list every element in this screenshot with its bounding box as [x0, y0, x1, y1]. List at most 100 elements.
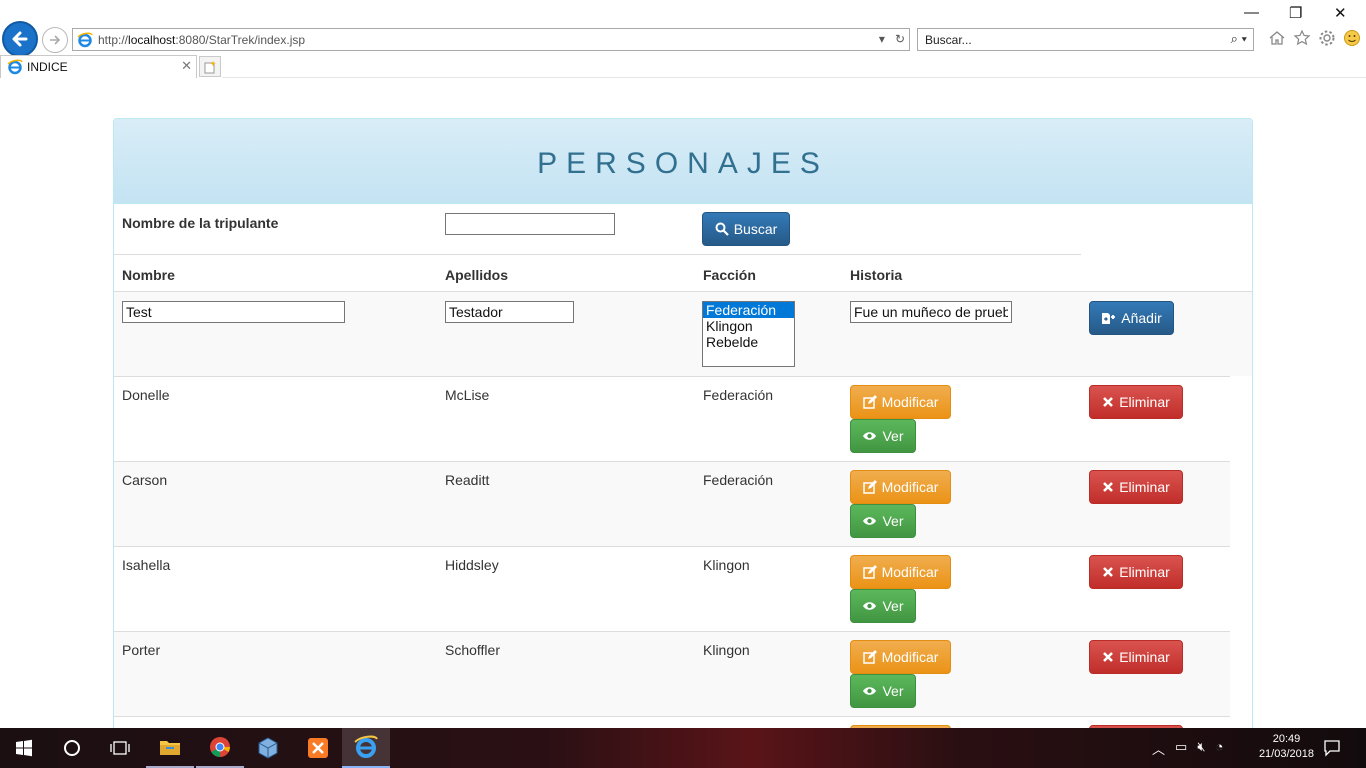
gear-icon[interactable] [1318, 29, 1336, 47]
arrow-left-icon [12, 31, 28, 47]
delete-button[interactable]: Eliminar [1089, 470, 1183, 504]
view-button-label: Ver [882, 598, 904, 614]
notification-icon [1324, 740, 1340, 757]
faccion-option-rebelde[interactable]: Rebelde [703, 334, 794, 350]
forward-button[interactable] [42, 27, 68, 53]
volume-muted-icon[interactable]: 🔇︎ [1197, 739, 1205, 758]
table-row: Carson Readitt Federación Modificar Ver El… [114, 461, 1230, 546]
modify-button[interactable]: Modificar [850, 555, 951, 589]
search-icon [715, 222, 729, 236]
cell-apellidos: Hiddsley [445, 557, 499, 573]
start-button[interactable] [0, 728, 48, 768]
delete-button[interactable]: Eliminar [1089, 555, 1183, 589]
ie-icon [354, 735, 378, 758]
search-name-input[interactable] [445, 213, 615, 235]
delete-button[interactable]: Eliminar [1089, 385, 1183, 419]
taskbar-virtualbox[interactable] [244, 728, 292, 768]
new-nombre-input[interactable] [122, 301, 345, 323]
add-button[interactable]: Añadir [1089, 301, 1174, 335]
edit-icon [862, 650, 877, 664]
task-view-button[interactable] [96, 728, 144, 768]
view-button[interactable]: Ver [850, 419, 916, 453]
column-header-historia: Historia [850, 267, 903, 283]
cell-nombre: Donelle [122, 387, 170, 403]
close-window-icon[interactable]: ✕ [1334, 4, 1347, 22]
battery-icon[interactable]: ▭ [1175, 739, 1187, 758]
modify-button[interactable]: Modificar [850, 385, 951, 419]
ie-page-icon [77, 32, 93, 47]
taskbar-xampp[interactable] [294, 728, 342, 768]
faccion-option-klingon[interactable]: Klingon [703, 318, 794, 334]
cell-nombre: Porter [122, 642, 161, 658]
page-title: PERSONAJES [537, 147, 829, 180]
notifications-button[interactable] [1312, 728, 1352, 768]
taskbar-internet-explorer[interactable] [342, 728, 390, 768]
system-tray: ︿ ▭ 🔇︎ ◔ [1152, 739, 1223, 758]
wifi-icon[interactable]: ◔ [1216, 739, 1224, 758]
table-row: Isahella Hiddsley Klingon Modificar Ver El… [114, 546, 1230, 631]
cell-faccion: Klingon [703, 557, 750, 573]
eye-icon [863, 602, 877, 610]
modify-button[interactable]: Modificar [850, 640, 951, 674]
modify-button[interactable]: Modificar [850, 470, 951, 504]
chrome-divider [222, 77, 1366, 78]
table-header: Nombre Apellidos Facción Historia [114, 255, 1230, 292]
home-icon[interactable] [1268, 29, 1286, 47]
back-button[interactable] [2, 21, 38, 57]
column-header-apellidos: Apellidos [445, 267, 509, 283]
eye-icon [863, 687, 877, 695]
clock-date: 21/03/2018 [1258, 748, 1314, 760]
new-entry-row: Federación Klingon Rebelde Añadir [114, 292, 1252, 376]
chevron-up-icon[interactable]: ︿ [1152, 739, 1165, 758]
delete-button-label: Eliminar [1119, 564, 1170, 580]
search-icon[interactable]: ⌕ ▾ [1231, 31, 1247, 47]
close-icon [1103, 567, 1114, 577]
minimize-icon[interactable]: — [1244, 4, 1259, 21]
dropdown-arrow-icon[interactable]: ▾ [879, 32, 885, 46]
delete-button[interactable]: Eliminar [1089, 640, 1183, 674]
close-icon [1103, 482, 1114, 492]
task-view-icon [110, 741, 130, 755]
cortana-button[interactable] [48, 728, 96, 768]
clock-time: 20:49 [1272, 733, 1301, 745]
browser-chrome: http://localhost:8080/StarTrek/index.jsp… [0, 0, 1366, 78]
column-header-faccion: Facción [703, 267, 756, 283]
view-button[interactable]: Ver [850, 674, 916, 708]
taskbar-chrome[interactable] [196, 728, 244, 768]
view-button-label: Ver [882, 428, 904, 444]
cell-faccion: Federación [703, 387, 774, 403]
modify-button-label: Modificar [881, 394, 939, 410]
new-tab-button[interactable] [199, 56, 221, 77]
eye-icon [863, 517, 877, 525]
search-button[interactable]: Buscar [702, 212, 790, 246]
faccion-select[interactable]: Federación Klingon Rebelde [702, 301, 795, 367]
taskbar-clock[interactable]: 20:49 21/03/2018 [1259, 732, 1314, 762]
column-header-nombre: Nombre [122, 267, 175, 283]
new-apellidos-input[interactable] [445, 301, 574, 323]
search-row: Nombre de la tripulante Buscar [114, 205, 1230, 255]
taskbar: ︿ ▭ 🔇︎ ◔ 20:49 21/03/2018 [0, 728, 1366, 768]
faccion-option-federacion[interactable]: Federación [703, 302, 794, 318]
address-bar[interactable]: http://localhost:8080/StarTrek/index.jsp… [72, 28, 910, 51]
windows-icon [16, 739, 32, 757]
restore-icon[interactable]: ❐ [1289, 4, 1302, 22]
view-button[interactable]: Ver [850, 589, 916, 623]
table-row: Porter Schoffler Klingon Modificar Ver Eli… [114, 631, 1230, 716]
delete-button-label: Eliminar [1119, 649, 1170, 665]
browser-tab[interactable]: INDICE ✕ [0, 55, 197, 78]
new-historia-input[interactable] [850, 301, 1012, 323]
close-tab-icon[interactable]: ✕ [181, 58, 192, 74]
view-button-label: Ver [882, 683, 904, 699]
taskbar-file-explorer[interactable] [146, 728, 194, 768]
delete-button-label: Eliminar [1119, 479, 1170, 495]
smiley-icon[interactable] [1343, 29, 1361, 47]
star-icon[interactable] [1293, 29, 1311, 47]
close-icon [1103, 397, 1114, 407]
tab-title: INDICE [27, 60, 68, 74]
refresh-icon[interactable]: ↻ [895, 32, 905, 46]
modify-button-label: Modificar [881, 479, 939, 495]
browser-search-input[interactable]: Buscar... ⌕ ▾ [917, 28, 1254, 51]
cell-faccion: Klingon [703, 642, 750, 658]
cell-apellidos: Schoffler [445, 642, 500, 658]
view-button[interactable]: Ver [850, 504, 916, 538]
